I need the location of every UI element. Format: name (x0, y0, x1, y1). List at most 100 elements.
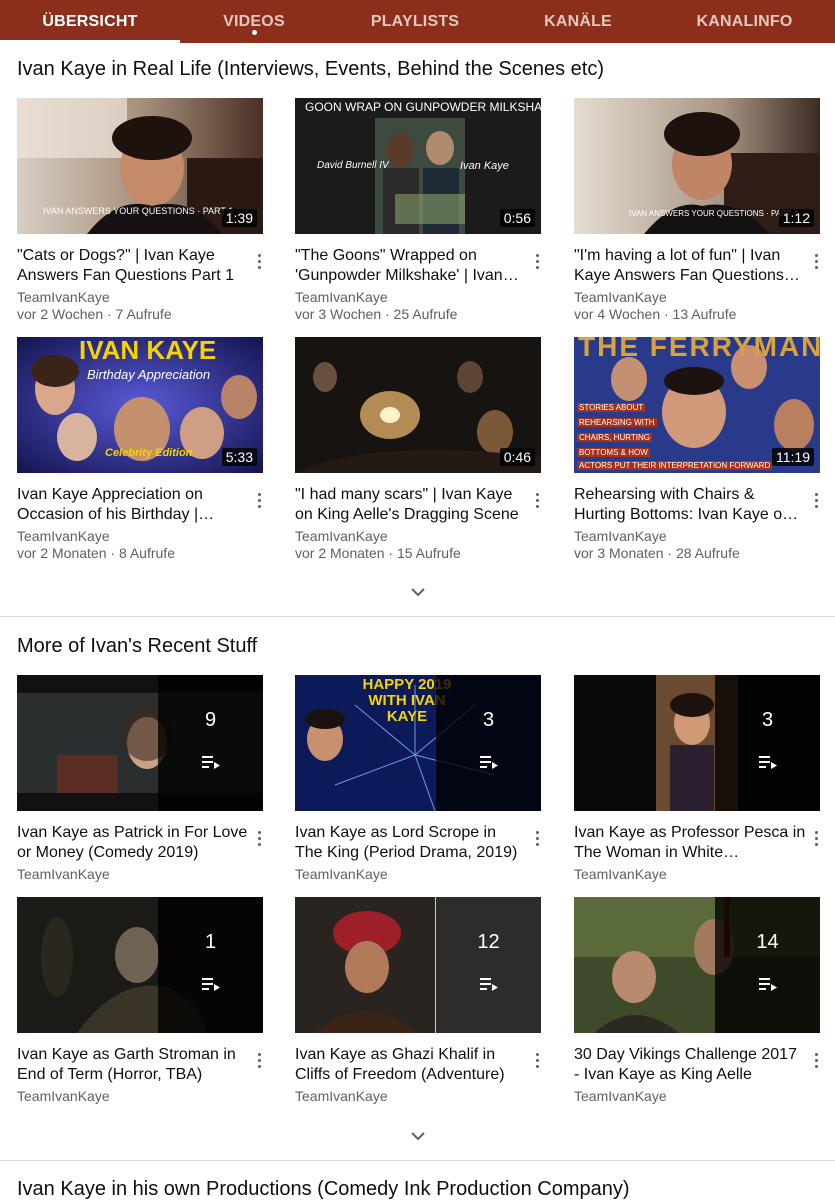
thumbnail-line: REHEARSING WITH (577, 418, 657, 427)
thumbnail-line: CHAIRS, HURTING (577, 433, 652, 442)
more-options-icon[interactable] (533, 254, 541, 272)
channel-name[interactable]: TeamIvanKaye (574, 528, 667, 544)
thumbnail-subtitle: Birthday Appreciation (87, 367, 211, 382)
channel-name[interactable]: TeamIvanKaye (17, 1088, 110, 1104)
channel-name[interactable]: TeamIvanKaye (295, 866, 388, 882)
tab-channel-info[interactable]: KANALINFO (654, 0, 835, 43)
playlist-overlay: 14 (715, 897, 820, 1033)
channel-tab-bar: ÜBERSICHT VIDEOS PLAYLISTS KANÄLE KANALI… (0, 0, 835, 43)
video-stats: vor 2 Monaten · 15 Aufrufe (295, 545, 461, 561)
more-options-icon[interactable] (812, 1053, 820, 1071)
thumbnail-caption: GOON WRAP ON GUNPOWDER MILKSHAKE (305, 100, 541, 114)
playlist-title[interactable]: Ivan Kaye as Garth Stroman in End of Ter… (17, 1045, 249, 1085)
thumbnail-line: BOTTOMS & HOW (577, 448, 650, 457)
video-stats: vor 2 Monaten · 8 Aufrufe (17, 545, 175, 561)
video-duration: 1:39 (221, 209, 257, 227)
video-thumbnail[interactable]: IVAN KAYE Birthday Appreciation Celebrit… (17, 337, 263, 473)
more-options-icon[interactable] (812, 831, 820, 849)
video-title[interactable]: Rehearsing with Chairs & Hurting Bottoms… (574, 485, 806, 525)
playlist-overlay: 12 (436, 897, 541, 1033)
video-title[interactable]: "I had many scars" | Ivan Kaye on King A… (295, 485, 527, 525)
more-options-icon[interactable] (533, 493, 541, 511)
more-options-icon[interactable] (812, 493, 820, 511)
video-duration: 1:12 (778, 209, 814, 227)
video-thumbnail[interactable]: IVAN ANSWERS YOUR QUESTIONS · PART 1 1:3… (17, 98, 263, 234)
tab-channels[interactable]: KANÄLE (502, 0, 654, 43)
channel-name[interactable]: TeamIvanKaye (17, 289, 110, 305)
expand-section-chevron-icon[interactable] (409, 1127, 427, 1145)
channel-name[interactable]: TeamIvanKaye (295, 1088, 388, 1104)
video-duration: 11:19 (772, 448, 814, 466)
more-options-icon[interactable] (812, 254, 820, 272)
playlist-title[interactable]: Ivan Kaye as Professor Pesca in The Woma… (574, 823, 806, 863)
playlist-video-count: 3 (482, 709, 495, 731)
more-options-icon[interactable] (255, 831, 263, 849)
tab-videos[interactable]: VIDEOS (180, 0, 328, 43)
more-options-icon[interactable] (533, 831, 541, 849)
playlist-icon (202, 756, 220, 769)
thumbnail-line: STORIES ABOUT (577, 403, 646, 412)
thumbnail-badge: Celebrity Edition (105, 447, 193, 459)
section-title-own-productions[interactable]: Ivan Kaye in his own Productions (Comedy… (17, 1178, 630, 1200)
playlist-title[interactable]: Ivan Kaye as Patrick in For Love or Mone… (17, 823, 249, 863)
video-stats: vor 2 Wochen · 7 Aufrufe (17, 306, 172, 322)
playlist-icon (759, 756, 777, 769)
more-options-icon[interactable] (255, 1053, 263, 1071)
channel-name[interactable]: TeamIvanKaye (295, 528, 388, 544)
playlist-icon (202, 978, 220, 991)
video-thumbnail[interactable]: IVAN ANSWERS YOUR QUESTIONS · PART 1 1:1… (574, 98, 820, 234)
video-duration: 0:56 (499, 209, 535, 227)
playlist-thumbnail[interactable]: HAPPY 2019 WITH IVAN KAYE 3 (295, 675, 541, 811)
playlist-video-count: 12 (477, 931, 500, 953)
playlist-thumbnail[interactable]: 14 (574, 897, 820, 1033)
playlist-thumbnail[interactable]: 3 (574, 675, 820, 811)
video-stats: vor 3 Wochen · 25 Aufrufe (295, 306, 458, 322)
more-options-icon[interactable] (255, 493, 263, 511)
section-title-recent-stuff[interactable]: More of Ivan's Recent Stuff (17, 635, 257, 658)
playlist-icon (759, 978, 777, 991)
playlist-video-count: 3 (761, 709, 774, 731)
video-thumbnail[interactable]: THE FERRYMAN STORIES ABOUT REHEARSING WI… (574, 337, 820, 473)
playlist-title[interactable]: Ivan Kaye as Lord Scrope in The King (Pe… (295, 823, 527, 863)
channel-name[interactable]: TeamIvanKaye (574, 866, 667, 882)
playlist-title[interactable]: 30 Day Vikings Challenge 2017 - Ivan Kay… (574, 1045, 806, 1085)
tab-overview[interactable]: ÜBERSICHT (0, 0, 180, 43)
playlist-icon (480, 756, 498, 769)
playlist-overlay: 9 (158, 675, 263, 811)
video-title[interactable]: "The Goons" Wrapped on 'Gunpowder Milksh… (295, 246, 527, 286)
channel-name[interactable]: TeamIvanKaye (17, 866, 110, 882)
more-options-icon[interactable] (255, 254, 263, 272)
playlist-overlay: 1 (158, 897, 263, 1033)
more-options-icon[interactable] (533, 1053, 541, 1071)
channel-name[interactable]: TeamIvanKaye (295, 289, 388, 305)
thumbnail-caption: THE FERRYMAN (578, 337, 820, 362)
video-title[interactable]: "Cats or Dogs?" | Ivan Kaye Answers Fan … (17, 246, 249, 286)
video-duration: 0:46 (499, 448, 535, 466)
section-title-real-life[interactable]: Ivan Kaye in Real Life (Interviews, Even… (17, 58, 604, 81)
thumbnail-label-right: Ivan Kaye (460, 160, 509, 172)
channel-name[interactable]: TeamIvanKaye (574, 1088, 667, 1104)
playlist-video-count: 9 (204, 709, 217, 731)
playlist-thumbnail[interactable]: 1 (17, 897, 263, 1033)
video-thumbnail[interactable]: 0:46 (295, 337, 541, 473)
expand-section-chevron-icon[interactable] (409, 583, 427, 601)
tab-playlists[interactable]: PLAYLISTS (328, 0, 502, 43)
section-divider (0, 1160, 835, 1161)
video-thumbnail[interactable]: GOON WRAP ON GUNPOWDER MILKSHAKE David B… (295, 98, 541, 234)
playlist-title[interactable]: Ivan Kaye as Ghazi Khalif in Cliffs of F… (295, 1045, 527, 1085)
playlist-video-count: 14 (756, 931, 779, 953)
channel-name[interactable]: TeamIvanKaye (574, 289, 667, 305)
thumbnail-caption: IVAN ANSWERS YOUR QUESTIONS · PART 1 (43, 206, 234, 216)
video-title[interactable]: "I'm having a lot of fun" | Ivan Kaye An… (574, 246, 806, 286)
thumbnail-label-left: David Burnell IV (317, 160, 389, 171)
video-title[interactable]: Ivan Kaye Appreciation on Occasion of hi… (17, 485, 249, 525)
playlist-icon (480, 978, 498, 991)
video-stats: vor 3 Monaten · 28 Aufrufe (574, 545, 740, 561)
channel-name[interactable]: TeamIvanKaye (17, 528, 110, 544)
video-stats: vor 4 Wochen · 13 Aufrufe (574, 306, 737, 322)
active-tab-indicator (0, 40, 180, 43)
thumbnail-caption: IVAN ANSWERS YOUR QUESTIONS · PART 1 (629, 209, 799, 218)
playlist-overlay: 3 (436, 675, 541, 811)
playlist-thumbnail[interactable]: 12 (295, 897, 541, 1033)
playlist-thumbnail[interactable]: 9 (17, 675, 263, 811)
